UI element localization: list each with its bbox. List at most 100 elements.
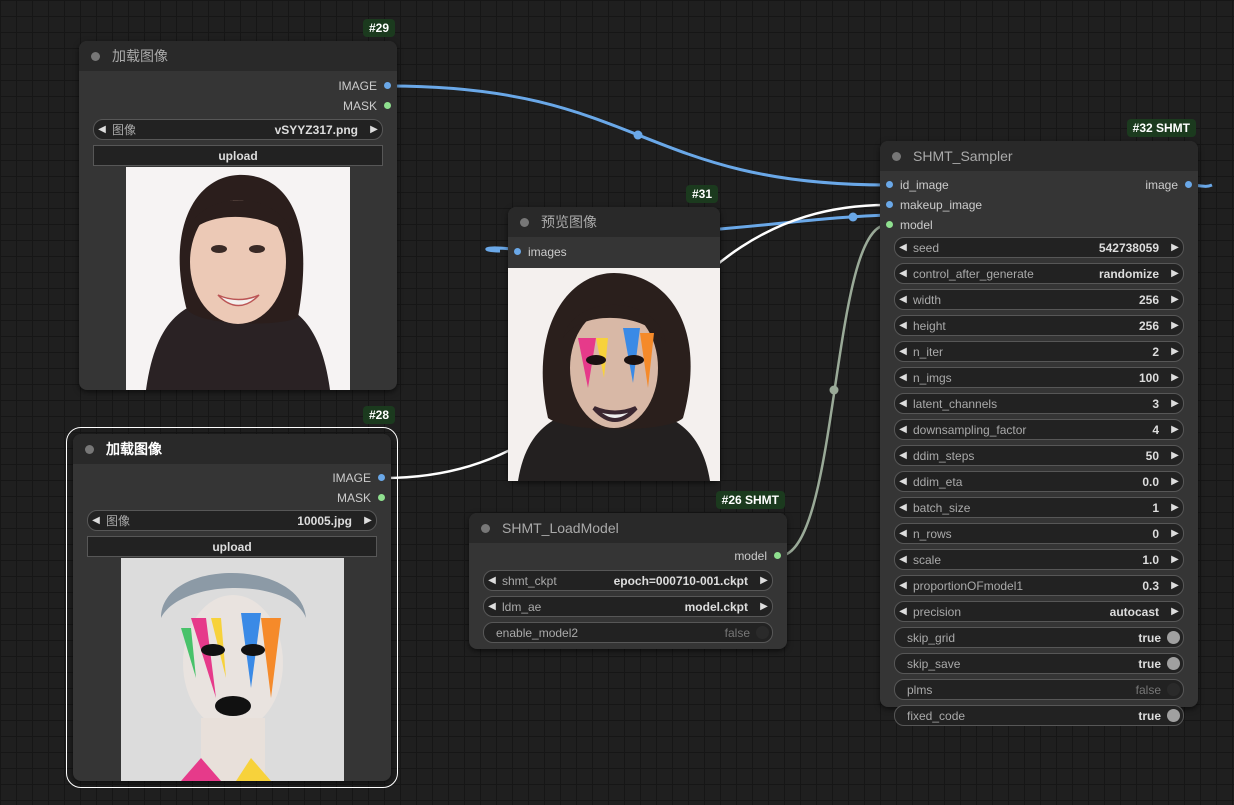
collapse-dot-icon[interactable] — [91, 51, 100, 61]
widget-proportionofmodel1[interactable]: ◀ proportionOFmodel1 0.3 ▶ — [894, 575, 1184, 596]
right-arrow-icon[interactable]: ▶ — [1167, 554, 1183, 565]
widget-ddim-eta[interactable]: ◀ ddim_eta 0.0 ▶ — [894, 471, 1184, 492]
input-dot-icon[interactable] — [886, 201, 893, 208]
left-arrow-icon[interactable]: ◀ — [895, 294, 911, 305]
widget-downsampling-factor[interactable]: ◀ downsampling_factor 4 ▶ — [894, 419, 1184, 440]
right-arrow-icon[interactable]: ▶ — [756, 575, 772, 586]
toggle-knob-icon[interactable] — [1167, 631, 1180, 644]
widget-n-iter[interactable]: ◀ n_iter 2 ▶ — [894, 341, 1184, 362]
widget-width[interactable]: ◀ width 256 ▶ — [894, 289, 1184, 310]
right-arrow-icon[interactable]: ▶ — [1167, 372, 1183, 383]
left-arrow-icon[interactable]: ◀ — [94, 124, 110, 135]
collapse-dot-icon[interactable] — [85, 444, 94, 454]
right-arrow-icon[interactable]: ▶ — [1167, 450, 1183, 461]
image-combo-widget[interactable]: ◀ 图像 10005.jpg ▶ — [87, 510, 377, 531]
left-arrow-icon[interactable]: ◀ — [895, 346, 911, 357]
toggle-knob-icon[interactable] — [1167, 657, 1180, 670]
right-arrow-icon[interactable]: ▶ — [1167, 398, 1183, 409]
shmt-sampler-node-32[interactable]: #32 SHMT SHMT_Sampler id_image image mak… — [880, 119, 1198, 726]
right-arrow-icon[interactable]: ▶ — [1167, 424, 1183, 435]
collapse-dot-icon[interactable] — [520, 217, 529, 227]
output-dot-icon[interactable] — [774, 552, 781, 559]
ldm-ae-combo[interactable]: ◀ ldm_ae model.ckpt ▶ — [483, 596, 773, 617]
left-arrow-icon[interactable]: ◀ — [895, 242, 911, 253]
node-title[interactable]: SHMT_LoadModel — [469, 513, 787, 543]
output-dot-icon[interactable] — [1185, 181, 1192, 188]
output-slot-image[interactable]: IMAGE — [73, 468, 391, 488]
right-arrow-icon[interactable]: ▶ — [1167, 346, 1183, 357]
right-arrow-icon[interactable]: ▶ — [1167, 580, 1183, 591]
right-arrow-icon[interactable]: ▶ — [1167, 528, 1183, 539]
shmt-loadmodel-node-26[interactable]: #26 SHMT SHMT_LoadModel model ◀ shmt_ckp… — [469, 491, 787, 649]
output-dot-icon[interactable] — [378, 494, 385, 501]
output-dot-icon[interactable] — [378, 474, 385, 481]
link-midpoint[interactable] — [829, 385, 839, 395]
input-slot-images[interactable]: images — [508, 242, 720, 262]
toggle-skip-grid[interactable]: skip_grid true — [894, 627, 1184, 648]
input-dot-icon[interactable] — [886, 181, 893, 188]
input-slot-makeup-image[interactable]: makeup_image — [880, 195, 1198, 215]
image-combo-widget[interactable]: ◀ 图像 vSYYZ317.png ▶ — [93, 119, 383, 140]
preview-image-node-31[interactable]: #31 预览图像 images — [508, 185, 720, 481]
upload-button[interactable]: upload — [93, 145, 383, 166]
input-slot-model[interactable]: model — [880, 215, 1198, 235]
widget-latent-channels[interactable]: ◀ latent_channels 3 ▶ — [894, 393, 1184, 414]
left-arrow-icon[interactable]: ◀ — [895, 424, 911, 435]
right-arrow-icon[interactable]: ▶ — [756, 601, 772, 612]
load-image-node-29[interactable]: #29 加载图像 IMAGE MASK ◀ 图像 vSYYZ317.png ▶ … — [79, 19, 397, 390]
node-title[interactable]: 加载图像 — [79, 41, 397, 71]
enable-model2-toggle[interactable]: enable_model2 false — [483, 622, 773, 643]
widget-seed[interactable]: ◀ seed 542738059 ▶ — [894, 237, 1184, 258]
output-slot-model[interactable]: model — [469, 546, 787, 566]
node-title[interactable]: 预览图像 — [508, 207, 720, 237]
widget-batch-size[interactable]: ◀ batch_size 1 ▶ — [894, 497, 1184, 518]
right-arrow-icon[interactable]: ▶ — [360, 515, 376, 526]
output-slot-mask[interactable]: MASK — [73, 488, 391, 508]
shmt-ckpt-combo[interactable]: ◀ shmt_ckpt epoch=000710-001.ckpt ▶ — [483, 570, 773, 591]
widget-n-imgs[interactable]: ◀ n_imgs 100 ▶ — [894, 367, 1184, 388]
collapse-dot-icon[interactable] — [481, 523, 490, 533]
widget-precision[interactable]: ◀ precision autocast ▶ — [894, 601, 1184, 622]
left-arrow-icon[interactable]: ◀ — [88, 515, 104, 526]
left-arrow-icon[interactable]: ◀ — [895, 502, 911, 513]
left-arrow-icon[interactable]: ◀ — [895, 450, 911, 461]
left-arrow-icon[interactable]: ◀ — [895, 606, 911, 617]
widget-n-rows[interactable]: ◀ n_rows 0 ▶ — [894, 523, 1184, 544]
collapse-dot-icon[interactable] — [892, 151, 901, 161]
left-arrow-icon[interactable]: ◀ — [895, 476, 911, 487]
left-arrow-icon[interactable]: ◀ — [895, 320, 911, 331]
left-arrow-icon[interactable]: ◀ — [895, 268, 911, 279]
right-arrow-icon[interactable]: ▶ — [366, 124, 382, 135]
right-arrow-icon[interactable]: ▶ — [1167, 320, 1183, 331]
output-dot-icon[interactable] — [384, 102, 391, 109]
link-midpoint[interactable] — [848, 212, 858, 222]
upload-button[interactable]: upload — [87, 536, 377, 557]
toggle-knob-icon[interactable] — [1167, 709, 1180, 722]
left-arrow-icon[interactable]: ◀ — [895, 554, 911, 565]
left-arrow-icon[interactable]: ◀ — [895, 398, 911, 409]
node-title[interactable]: SHMT_Sampler — [880, 141, 1198, 171]
link-midpoint[interactable] — [633, 130, 643, 140]
output-slot-image[interactable]: IMAGE — [79, 76, 397, 96]
output-slot-mask[interactable]: MASK — [79, 96, 397, 116]
widget-ddim-steps[interactable]: ◀ ddim_steps 50 ▶ — [894, 445, 1184, 466]
left-arrow-icon[interactable]: ◀ — [484, 601, 500, 612]
input-slot-id-image[interactable]: id_image image — [880, 175, 1198, 195]
left-arrow-icon[interactable]: ◀ — [484, 575, 500, 586]
left-arrow-icon[interactable]: ◀ — [895, 580, 911, 591]
widget-scale[interactable]: ◀ scale 1.0 ▶ — [894, 549, 1184, 570]
toggle-plms[interactable]: plms false — [894, 679, 1184, 700]
input-dot-icon[interactable] — [886, 221, 893, 228]
input-dot-icon[interactable] — [514, 248, 521, 255]
right-arrow-icon[interactable]: ▶ — [1167, 476, 1183, 487]
toggle-knob-icon[interactable] — [1167, 683, 1180, 696]
right-arrow-icon[interactable]: ▶ — [1167, 606, 1183, 617]
toggle-skip-save[interactable]: skip_save true — [894, 653, 1184, 674]
right-arrow-icon[interactable]: ▶ — [1167, 294, 1183, 305]
load-image-node-28[interactable]: #28 加载图像 IMAGE MASK ◀ 图像 10005.jpg ▶ upl… — [66, 406, 398, 788]
right-arrow-icon[interactable]: ▶ — [1167, 268, 1183, 279]
node-title[interactable]: 加载图像 — [73, 434, 391, 464]
toggle-fixed-code[interactable]: fixed_code true — [894, 705, 1184, 726]
widget-height[interactable]: ◀ height 256 ▶ — [894, 315, 1184, 336]
left-arrow-icon[interactable]: ◀ — [895, 372, 911, 383]
